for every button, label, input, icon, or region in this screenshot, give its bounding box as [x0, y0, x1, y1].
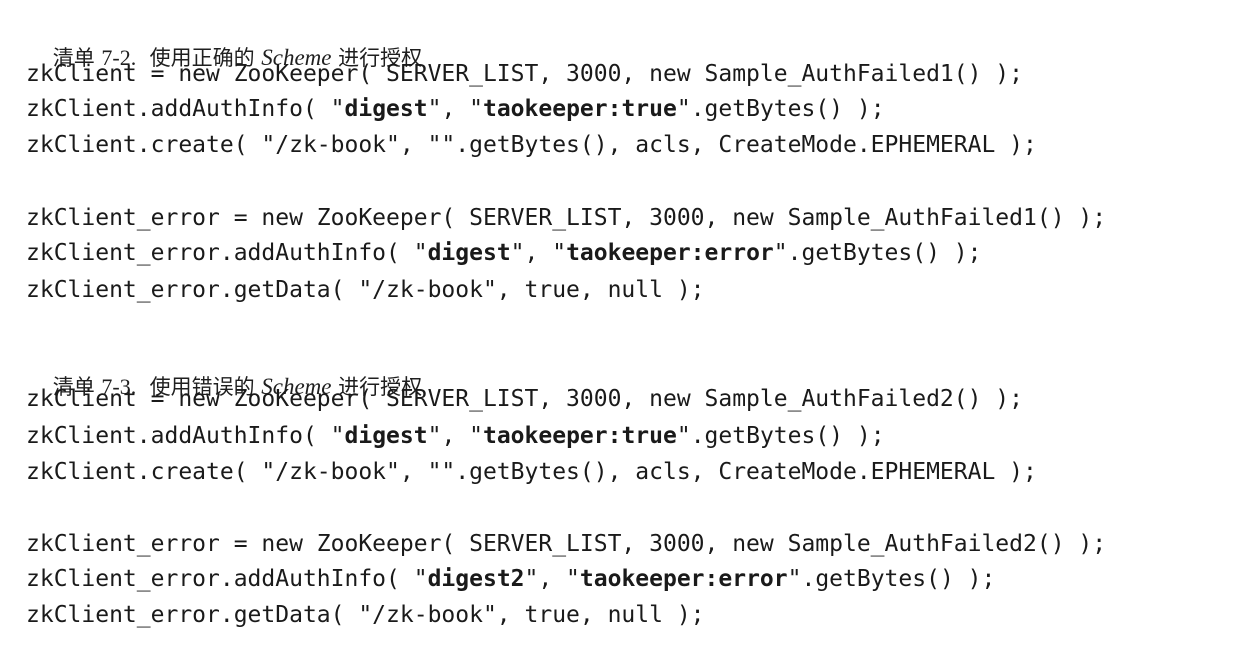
code-text: ", "	[427, 423, 483, 449]
code-text: zkClient_error.getData( "/zk-book", true…	[26, 277, 705, 303]
code-text: ".getBytes() );	[676, 423, 885, 449]
code-string-bold: digest	[427, 240, 511, 266]
code-string-bold: taokeeper:error	[579, 566, 788, 592]
code-text: zkClient_error = new ZooKeeper( SERVER_L…	[26, 205, 1107, 231]
code-text: zkClient.create( "/zk-book", "".getBytes…	[26, 459, 1037, 485]
code-text: zkClient = new ZooKeeper( SERVER_LIST, 3…	[26, 61, 1023, 87]
code-text: ", "	[427, 96, 483, 122]
code-line: zkClient_error.addAuthInfo( "digest", "t…	[26, 238, 982, 268]
code-line: zkClient_error.addAuthInfo( "digest2", "…	[26, 564, 995, 594]
code-string-bold: digest	[344, 423, 428, 449]
code-string-bold: taokeeper:error	[566, 240, 774, 266]
code-text: ", "	[524, 566, 580, 592]
code-line: zkClient.create( "/zk-book", "".getBytes…	[26, 457, 1037, 487]
code-line: zkClient_error = new ZooKeeper( SERVER_L…	[26, 203, 1106, 233]
code-string-bold: taokeeper:true	[482, 96, 677, 122]
code-string-bold: digest	[344, 96, 428, 122]
code-text: zkClient_error = new ZooKeeper( SERVER_L…	[26, 531, 1107, 557]
code-text: ".getBytes() );	[773, 240, 982, 266]
code-line: zkClient.create( "/zk-book", "".getBytes…	[26, 130, 1037, 160]
code-line: zkClient.addAuthInfo( "digest", "taokeep…	[26, 421, 885, 451]
code-line: zkClient.addAuthInfo( "digest", "taokeep…	[26, 94, 885, 124]
code-text: zkClient_error.addAuthInfo( "	[26, 240, 428, 266]
code-line: zkClient = new ZooKeeper( SERVER_LIST, 3…	[26, 384, 1023, 414]
code-text: zkClient_error.getData( "/zk-book", true…	[26, 602, 705, 628]
code-text: zkClient.addAuthInfo( "	[26, 423, 345, 449]
code-text: zkClient.addAuthInfo( "	[26, 96, 345, 122]
code-text: zkClient.create( "/zk-book", "".getBytes…	[26, 132, 1037, 158]
code-string-bold: digest2	[427, 566, 525, 592]
code-line: zkClient_error.getData( "/zk-book", true…	[26, 600, 705, 630]
code-text: ".getBytes() );	[676, 96, 885, 122]
code-text: ", "	[510, 240, 567, 266]
code-line: zkClient = new ZooKeeper( SERVER_LIST, 3…	[26, 59, 1023, 89]
code-line: zkClient_error = new ZooKeeper( SERVER_L…	[26, 529, 1106, 559]
code-text: zkClient_error.addAuthInfo( "	[26, 566, 428, 592]
document-page: 清单 7-2. 使用正确的 Scheme 进行授权 zkClient = new…	[0, 0, 1260, 650]
code-text: zkClient = new ZooKeeper( SERVER_LIST, 3…	[26, 386, 1023, 412]
code-line: zkClient_error.getData( "/zk-book", true…	[26, 275, 705, 305]
code-string-bold: taokeeper:true	[482, 423, 677, 449]
code-text: ".getBytes() );	[787, 566, 996, 592]
